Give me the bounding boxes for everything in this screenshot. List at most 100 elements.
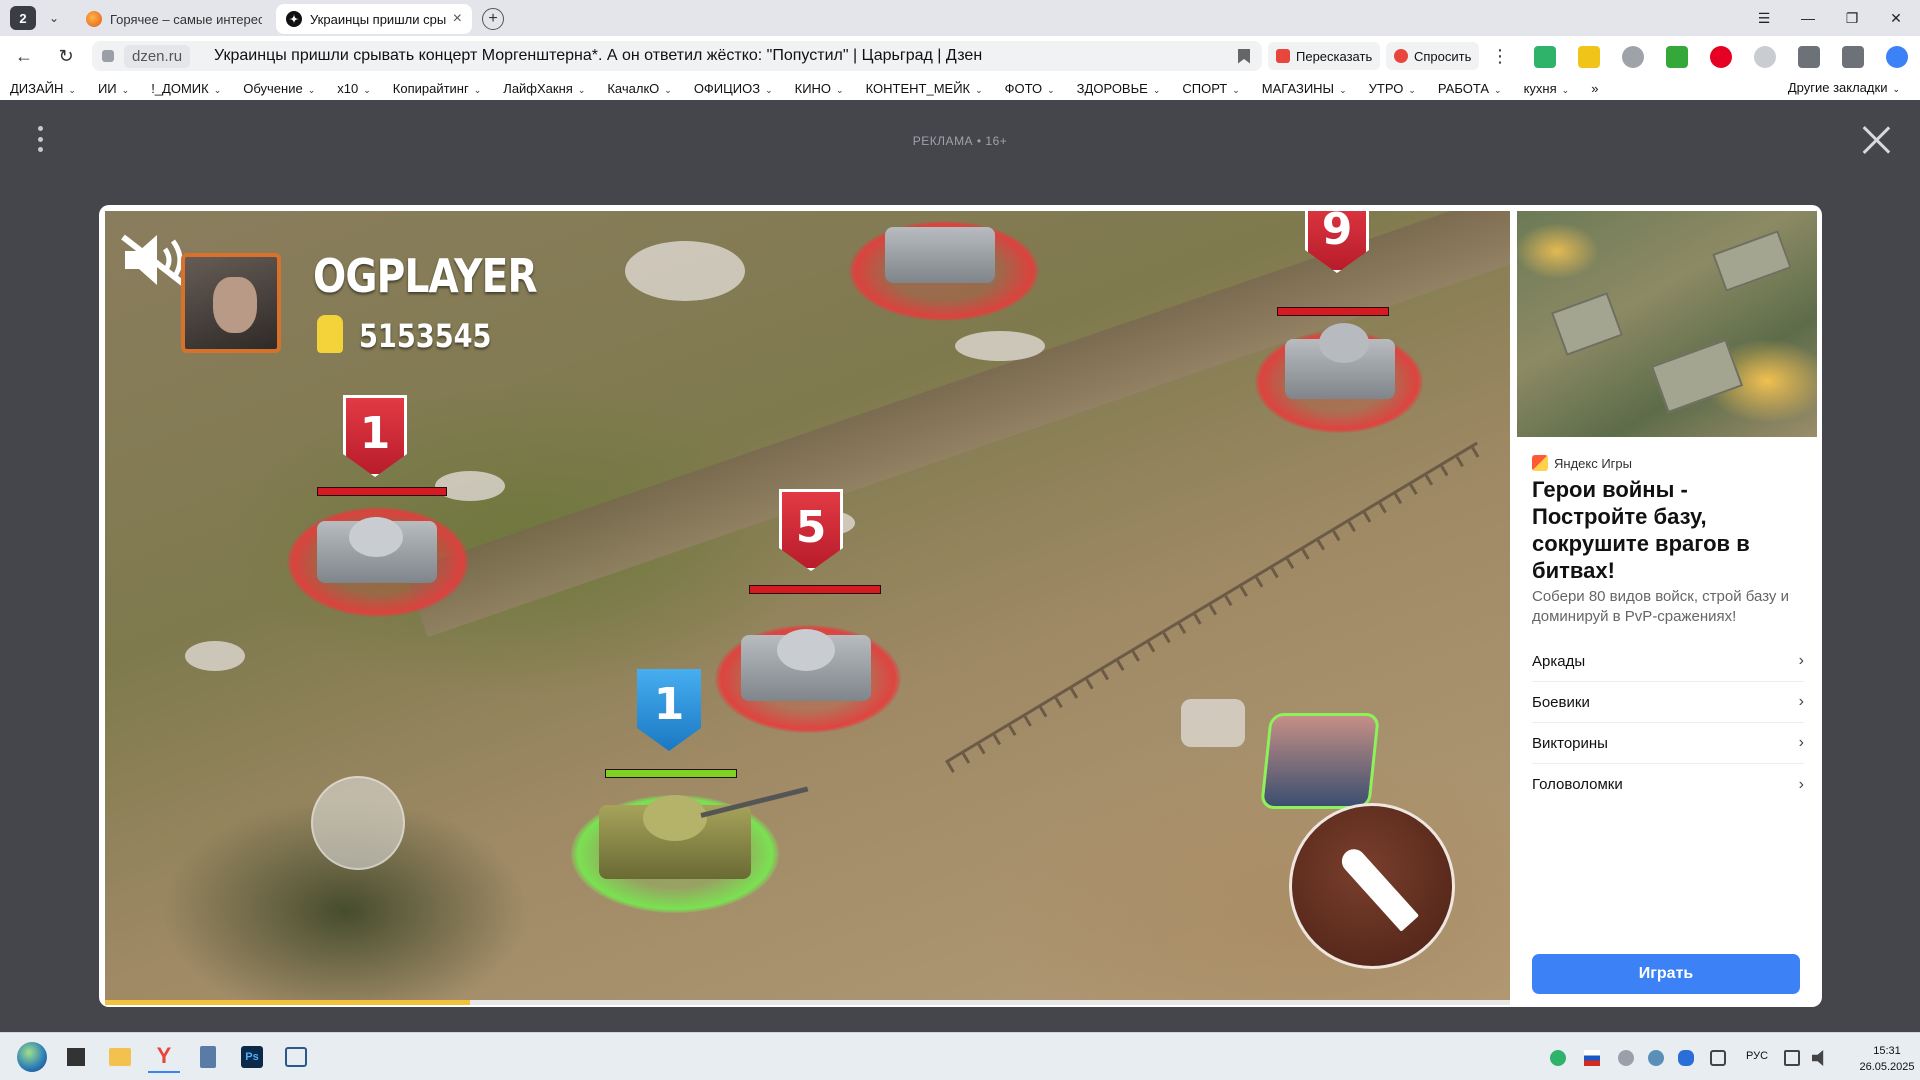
chevron-down-icon: ⌄	[1152, 84, 1161, 95]
start-button[interactable]	[16, 1041, 48, 1073]
tab-count-button[interactable]: 2	[10, 6, 36, 30]
ask-button[interactable]: Спросить	[1386, 42, 1480, 70]
new-tab-button[interactable]: +	[482, 8, 504, 30]
language-indicator[interactable]: РУС	[1746, 1050, 1768, 1062]
more-options-icon[interactable]: ⋮	[1486, 44, 1514, 68]
close-window-button[interactable]: ✕	[1876, 6, 1916, 30]
close-tab-icon[interactable]: ×	[453, 10, 462, 28]
enemy-health-bar	[1277, 307, 1389, 316]
rock	[955, 331, 1045, 361]
dzen-favicon-icon	[286, 11, 302, 27]
bookmark-folder[interactable]: КОНТЕНТ_МЕЙК ⌄	[866, 81, 983, 96]
bookmark-folder[interactable]: кухня ⌄	[1524, 81, 1570, 96]
browser-menu-icon[interactable]: ☰	[1744, 6, 1784, 30]
puzzle-icon[interactable]	[1798, 46, 1820, 68]
tray-app-icon[interactable]	[1550, 1050, 1566, 1066]
usb-icon[interactable]	[1710, 1050, 1726, 1066]
retell-label: Пересказать	[1296, 48, 1373, 64]
close-ad-button[interactable]	[1860, 124, 1892, 156]
rock	[185, 641, 245, 671]
tray-app-icon[interactable]	[1648, 1050, 1664, 1066]
chevron-down-icon: ⌄	[765, 84, 773, 95]
bookmark-folder[interactable]: Обучение ⌄	[243, 81, 315, 96]
volume-icon[interactable]	[1812, 1050, 1824, 1066]
tab-article[interactable]: Украинцы пришли сры ×	[276, 4, 472, 34]
clock-time: 15:31	[1873, 1045, 1901, 1057]
enemy-health-bar	[749, 585, 881, 594]
ad-card: 1 5 9 1 OGPLAYER 5153545 Яндекс Игры Гер…	[99, 205, 1822, 1007]
category-item-arcades[interactable]: Аркады ›	[1532, 641, 1804, 682]
video-progress-bar[interactable]	[105, 1000, 1510, 1005]
taskbar: Y Ps РУС 15:31 26.05.2025	[0, 1032, 1920, 1080]
file-explorer-icon[interactable]	[104, 1041, 136, 1073]
retell-icon	[1276, 49, 1290, 63]
chevron-down-icon: ⌄	[664, 84, 672, 95]
display-icon[interactable]	[1784, 1050, 1800, 1066]
downloads-icon[interactable]	[1886, 46, 1908, 68]
other-bookmarks[interactable]: Другие закладки ⌄	[1788, 80, 1900, 95]
download-extension-icon[interactable]	[1666, 46, 1688, 68]
tab-hot[interactable]: Горячее – самые интерес	[76, 4, 272, 34]
bookmark-folder[interactable]: КачалкО ⌄	[607, 81, 671, 96]
calculator-icon[interactable]	[192, 1041, 224, 1073]
bookmark-folder[interactable]: ДИЗАЙН ⌄	[10, 81, 76, 96]
fire-button[interactable]	[1289, 803, 1455, 969]
player-name: OGPLAYER	[313, 249, 538, 303]
bookmark-folder[interactable]: ИИ ⌄	[98, 81, 129, 96]
pikabu-favicon-icon	[86, 11, 102, 27]
bookmark-folder[interactable]: x10 ⌄	[337, 81, 371, 96]
bookmark-folder[interactable]: ЛайфХакня ⌄	[503, 81, 585, 96]
ask-icon	[1394, 49, 1408, 63]
bookmarks-overflow-button[interactable]: »	[1591, 81, 1598, 96]
bookmark-folder[interactable]: ЗДОРОВЬЕ ⌄	[1077, 81, 1161, 96]
joystick[interactable]	[311, 776, 405, 870]
retell-button[interactable]: Пересказать	[1268, 42, 1381, 70]
brand-name: Яндекс Игры	[1554, 455, 1632, 471]
ad-video[interactable]: 1 5 9 1 OGPLAYER 5153545	[105, 211, 1510, 1000]
chevron-down-icon: ⌄	[1232, 84, 1240, 95]
yandex-games-icon	[1532, 455, 1548, 471]
bookmark-folder[interactable]: !_ДОМИК ⌄	[151, 81, 221, 96]
back-icon[interactable]: ←	[10, 44, 38, 68]
yandex-browser-icon[interactable]: Y	[148, 1041, 180, 1073]
at-sign-icon[interactable]	[1754, 46, 1776, 68]
shield-extension-icon[interactable]	[1534, 46, 1556, 68]
russian-flag-icon[interactable]	[1584, 1050, 1600, 1066]
play-button[interactable]: Играть	[1532, 954, 1800, 994]
enemy-level-badge: 5	[779, 489, 843, 571]
photoshop-icon[interactable]: Ps	[236, 1041, 268, 1073]
domain-label: dzen.ru	[124, 44, 191, 68]
minimize-button[interactable]: —	[1788, 6, 1828, 30]
bookmark-folder[interactable]: КИНО ⌄	[795, 81, 844, 96]
category-item-puzzles[interactable]: Головоломки ›	[1532, 764, 1804, 805]
reload-icon[interactable]: ↻	[52, 44, 80, 68]
address-bar: ← ↻ dzen.ru Украинцы пришли срывать конц…	[0, 36, 1920, 76]
bookmark-folder[interactable]: Копирайтинг ⌄	[393, 81, 482, 96]
chevron-down-icon: ⌄	[1561, 84, 1570, 95]
globe-extension-icon[interactable]	[1622, 46, 1644, 68]
restore-button[interactable]: ❐	[1832, 6, 1872, 30]
bookmark-folder[interactable]: ФОТО ⌄	[1005, 81, 1055, 96]
pinterest-icon[interactable]	[1710, 46, 1732, 68]
category-item-action[interactable]: Боевики ›	[1532, 682, 1804, 723]
ad-headline[interactable]: Герои войны - Постройте базу, сокрушите …	[1532, 476, 1807, 584]
extension-icon[interactable]	[1578, 46, 1600, 68]
bookmark-icon[interactable]	[1238, 48, 1250, 64]
screenshot-tool-icon[interactable]	[280, 1041, 312, 1073]
bookmark-folder[interactable]: УТРО ⌄	[1369, 81, 1416, 96]
category-item-quizzes[interactable]: Викторины ›	[1532, 723, 1804, 764]
network-icon[interactable]	[1618, 1050, 1634, 1066]
chevron-down-icon[interactable]: ⌄	[42, 6, 66, 30]
bookmark-folder[interactable]: РАБОТА ⌄	[1438, 81, 1502, 96]
bookmark-folder[interactable]: СПОРТ ⌄	[1182, 81, 1239, 96]
bookmark-folder[interactable]: ОФИЦИОЗ ⌄	[694, 81, 773, 96]
clock[interactable]: 15:31 26.05.2025	[1857, 1043, 1917, 1075]
bluetooth-icon[interactable]	[1678, 1050, 1694, 1066]
ad-preview-image[interactable]	[1517, 211, 1817, 437]
omnibox[interactable]: dzen.ru Украинцы пришли срывать концерт …	[92, 41, 1262, 71]
collections-icon[interactable]	[1842, 46, 1864, 68]
ask-label: Спросить	[1414, 48, 1472, 64]
ad-label: РЕКЛАМА • 16+	[912, 134, 1008, 148]
bookmark-folder[interactable]: МАГАЗИНЫ ⌄	[1262, 81, 1347, 96]
desktop-icon[interactable]	[60, 1041, 92, 1073]
